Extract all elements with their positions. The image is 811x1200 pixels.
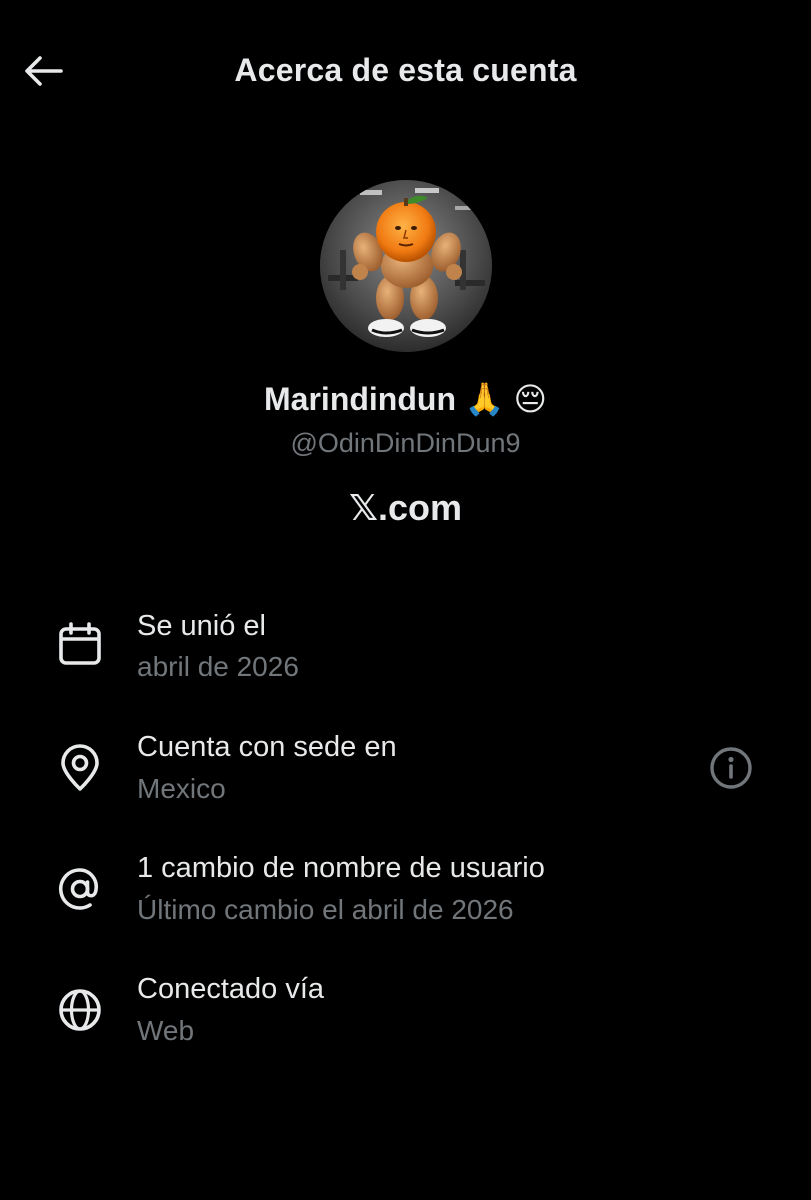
avatar[interactable] bbox=[320, 180, 492, 352]
row-subtitle: abril de 2026 bbox=[137, 651, 299, 682]
muscular-orange-avatar bbox=[320, 180, 492, 352]
row-subtitle: Mexico bbox=[137, 773, 226, 804]
row-title: Conectado vía bbox=[137, 973, 325, 1005]
info-icon bbox=[710, 747, 752, 789]
globe-icon bbox=[54, 984, 106, 1036]
info-row-joined: Se unió el abril de 2026 bbox=[0, 608, 811, 708]
location-pin-icon bbox=[54, 742, 106, 794]
calendar-icon bbox=[54, 619, 106, 671]
row-subtitle: Web bbox=[137, 1015, 195, 1046]
row-title: Cuenta con sede en bbox=[137, 731, 397, 763]
header: Acerca de esta cuenta bbox=[0, 0, 811, 145]
info-button[interactable] bbox=[706, 743, 756, 793]
display-name: Marindindun 🙏 😔 bbox=[264, 381, 547, 417]
at-sign-icon bbox=[54, 863, 106, 915]
info-row-username-changes: 1 cambio de nombre de usuario Último cam… bbox=[0, 851, 811, 951]
about-account-screen: Acerca de esta cuenta Marindindun 🙏 😔 @O… bbox=[0, 0, 811, 1200]
row-subtitle: Último cambio el abril de 2026 bbox=[137, 894, 514, 925]
row-title: Se unió el bbox=[137, 610, 266, 642]
username-handle: @OdinDinDinDun9 bbox=[290, 428, 521, 458]
info-row-location: Cuenta con sede en Mexico bbox=[0, 730, 811, 830]
info-row-connected-via: Conectado vía Web bbox=[0, 972, 811, 1072]
row-title: 1 cambio de nombre de usuario bbox=[137, 852, 545, 884]
platform-label: 𝕏.com bbox=[348, 487, 463, 528]
page-title: Acerca de esta cuenta bbox=[234, 52, 577, 88]
